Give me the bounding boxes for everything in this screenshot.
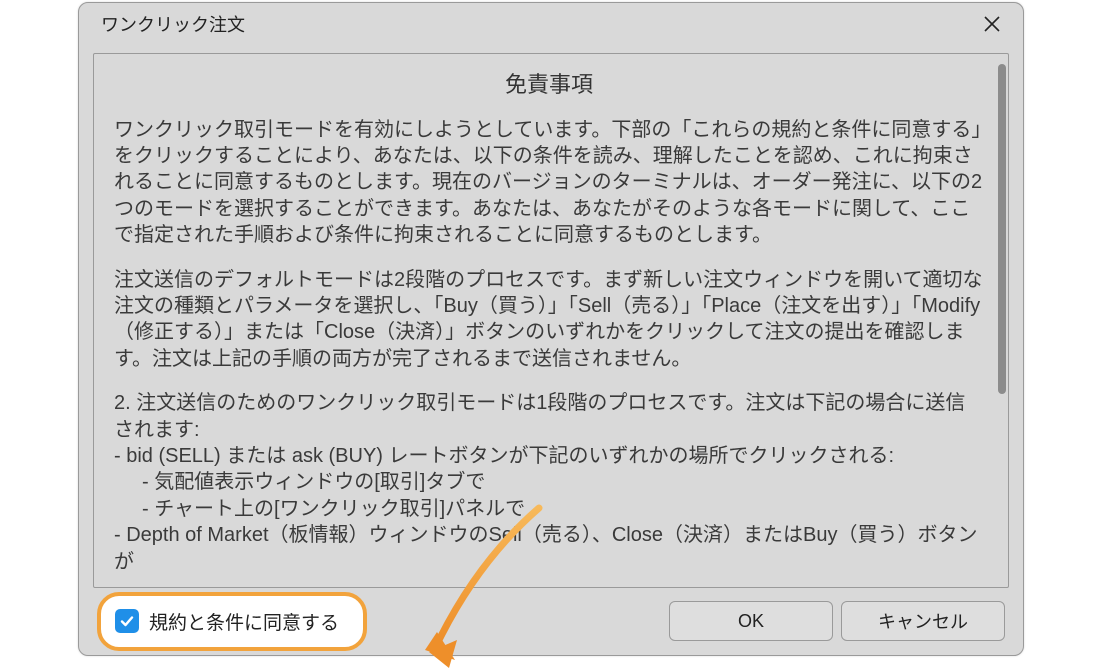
agree-label: 規約と条件に同意する: [149, 608, 339, 635]
close-button[interactable]: [975, 7, 1009, 41]
cancel-button[interactable]: キャンセル: [841, 601, 1005, 641]
close-icon: [983, 15, 1001, 33]
titlebar: ワンクリック注文: [79, 3, 1023, 45]
disclaimer-paragraph: 2. 注文送信のためのワンクリック取引モードは1段階のプロセスです。注文は下記の…: [114, 390, 984, 443]
disclaimer-list-subitem: - 気配値表示ウィンドウの[取引]タブで: [142, 469, 984, 495]
disclaimer-list-item: - Depth of Market（板情報）ウィンドウのSell（売る）、Clo…: [114, 522, 984, 575]
ok-button[interactable]: OK: [669, 601, 833, 641]
disclaimer-paragraph: ワンクリック取引モードを有効にしようとしています。下部の「これらの規約と条件に同…: [114, 117, 984, 249]
scrollbar-thumb[interactable]: [998, 64, 1006, 394]
check-icon: [119, 613, 135, 629]
dialog-title: ワンクリック注文: [101, 11, 245, 37]
disclaimer-paragraph: 注文送信のデフォルトモードは2段階のプロセスです。まず新しい注文ウィンドウを開い…: [114, 267, 984, 373]
agree-checkbox[interactable]: [115, 609, 139, 633]
disclaimer-heading: 免責事項: [114, 70, 984, 99]
content-area: 免責事項 ワンクリック取引モードを有効にしようとしています。下部の「これらの規約…: [79, 45, 1023, 588]
agree-highlight: 規約と条件に同意する: [97, 592, 367, 651]
disclaimer-panel: 免責事項 ワンクリック取引モードを有効にしようとしています。下部の「これらの規約…: [93, 53, 1009, 588]
disclaimer-list-subitem: - チャート上の[ワンクリック取引]パネルで: [142, 496, 984, 522]
dialog-footer: 規約と条件に同意する OK キャンセル: [79, 588, 1023, 655]
one-click-order-dialog: ワンクリック注文 免責事項 ワンクリック取引モードを有効にしようとしています。下…: [78, 2, 1024, 656]
disclaimer-text: 免責事項 ワンクリック取引モードを有効にしようとしています。下部の「これらの規約…: [114, 70, 984, 575]
disclaimer-list-item: - bid (SELL) または ask (BUY) レートボタンが下記のいずれ…: [114, 443, 984, 469]
